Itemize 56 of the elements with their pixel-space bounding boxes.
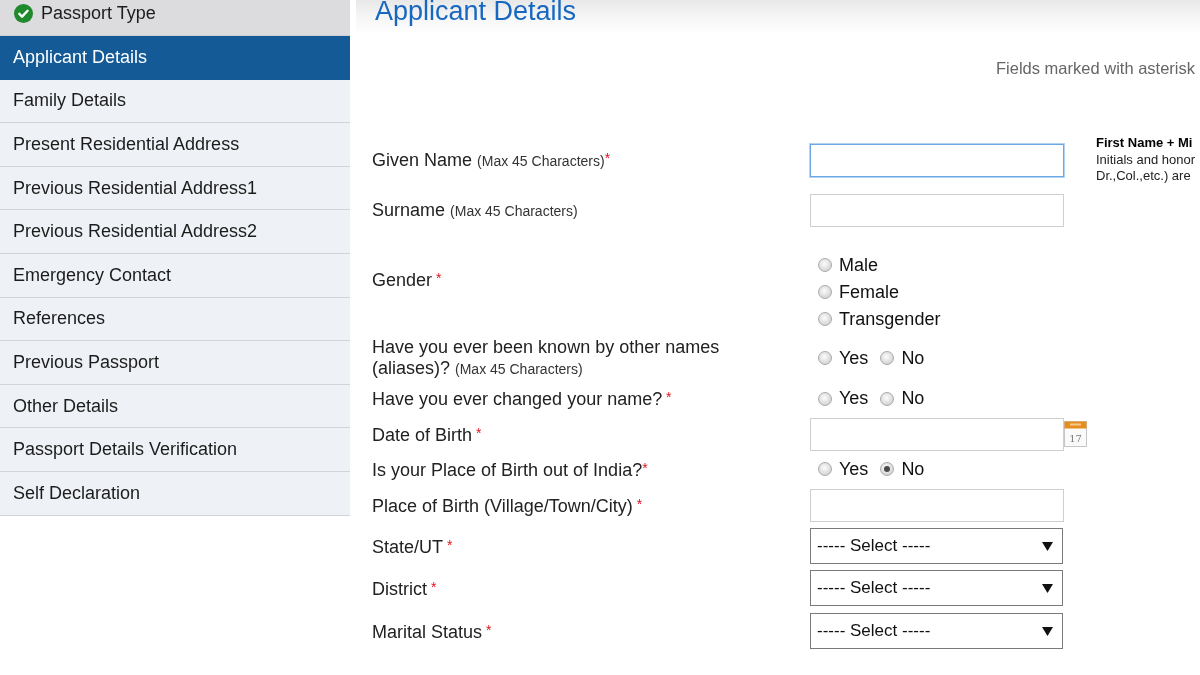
sidebar-item[interactable]: Passport Details Verification: [0, 428, 350, 473]
caret-icon: [1042, 541, 1053, 551]
option-label[interactable]: Yes: [839, 388, 869, 409]
text-input[interactable]: [810, 488, 1064, 522]
field-label: District $^{*}$: [372, 577, 437, 600]
sidebar-item[interactable]: Present Residential Address: [0, 123, 350, 167]
radio-button[interactable]: [818, 351, 832, 365]
helper-text: First Name + Mi: [1096, 135, 1193, 152]
sidebar-item[interactable]: Emergency Contact: [0, 254, 350, 298]
radio-button[interactable]: [880, 462, 895, 476]
option-label[interactable]: No: [901, 388, 925, 409]
radio-button[interactable]: [880, 351, 895, 365]
sidebar-item[interactable]: Family Details: [0, 79, 350, 124]
option-label[interactable]: Transgender: [839, 308, 941, 330]
field-label: Date of Birth $^{*}$: [372, 423, 482, 446]
option-label[interactable]: Female: [839, 281, 900, 303]
helper-text: Initials and honor: [1096, 151, 1195, 168]
sidebar-item[interactable]: Self Declaration: [0, 472, 350, 516]
radio-button[interactable]: [818, 258, 832, 272]
field-label: Have you ever changed your name? $^{*}$: [372, 388, 672, 410]
field-label: Gender $^{*}$: [372, 268, 442, 291]
option-label[interactable]: No: [901, 458, 925, 480]
field-label: Have you ever been known by other names (aliases)? (Max 45 Characters): [372, 336, 721, 380]
sidebar-item[interactable]: Other Details: [0, 384, 350, 429]
field-label: Place of Birth (Village/Town/City) $^{*}$: [372, 494, 643, 517]
select-dropdown[interactable]: ----- Select -----: [810, 528, 1063, 564]
calendar-icon[interactable]: 17: [1064, 421, 1087, 447]
helper-text: Dr.,Col.,etc.) are: [1096, 168, 1191, 185]
sidebar-item[interactable]: Previous Passport: [0, 341, 350, 385]
field-label: Marital Status $^{*}$: [372, 620, 492, 643]
option-label[interactable]: Male: [839, 254, 878, 276]
sidebar-item[interactable]: References: [0, 297, 350, 342]
text-input[interactable]: [810, 143, 1064, 177]
radio-button[interactable]: [818, 391, 832, 406]
option-label[interactable]: Yes: [839, 347, 869, 369]
check-circle-icon: [14, 4, 33, 24]
caret-icon: [1042, 626, 1053, 636]
sidebar-item[interactable]: Previous Residential Address1: [0, 166, 350, 211]
radio-button[interactable]: [818, 312, 832, 326]
field-label: Is your Place of Birth out of India?$^{*}$: [372, 458, 648, 481]
mandatory-note: Fields marked with asterisk: [996, 58, 1195, 79]
select-dropdown[interactable]: ----- Select -----: [810, 613, 1063, 649]
text-input[interactable]: [810, 194, 1064, 227]
option-label[interactable]: Yes: [839, 458, 869, 480]
caret-icon: [1042, 583, 1053, 593]
radio-button[interactable]: [880, 391, 895, 406]
date-input[interactable]: [810, 417, 1064, 451]
field-label: State/UT $^{*}$: [372, 535, 453, 558]
radio-button[interactable]: [818, 285, 832, 299]
field-label: Surname (Max 45 Characters): [372, 199, 578, 222]
sidebar-item[interactable]: Passport Type: [0, 0, 350, 37]
radio-button[interactable]: [818, 462, 832, 476]
option-label[interactable]: No: [901, 347, 925, 369]
sidebar-item[interactable]: Applicant Details: [0, 36, 350, 80]
sidebar-item[interactable]: Previous Residential Address2: [0, 210, 350, 255]
select-dropdown[interactable]: ----- Select -----: [810, 570, 1063, 606]
